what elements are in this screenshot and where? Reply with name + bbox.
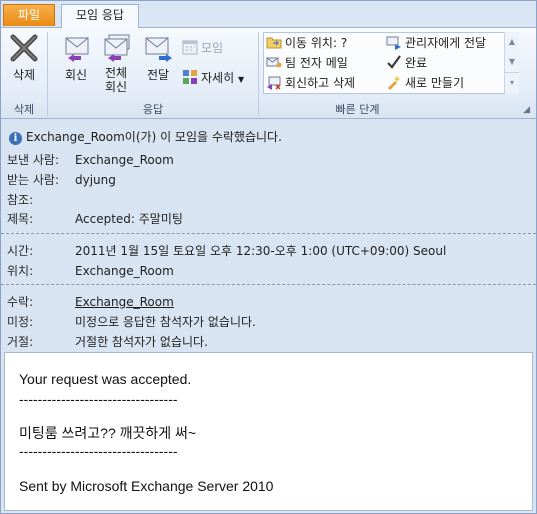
where-row: 위치: Exchange_Room <box>7 262 174 279</box>
to-value[interactable]: dyjung <box>75 173 116 187</box>
reply-button[interactable]: 회신 <box>56 30 96 83</box>
info-icon: i <box>9 132 22 145</box>
message-window: 파일 모임 응답 삭제 삭제 회신 전체 회신 전달 모임 자세히 ▼ 응답 빠… <box>0 0 537 514</box>
declined-row: 거절: 거절한 참석자가 없습니다. <box>7 333 208 350</box>
message-body[interactable]: Your request was accepted. -------------… <box>4 352 533 511</box>
header-divider <box>1 284 536 285</box>
calendar-icon <box>182 40 198 55</box>
checkmark-icon <box>387 55 401 69</box>
meeting-button[interactable]: 모임 <box>182 38 223 58</box>
delete-x-icon <box>10 34 38 62</box>
tentative-label: 미정: <box>7 315 34 329</box>
body-line: Sent by Microsoft Exchange Server 2010 <box>19 478 274 494</box>
tentative-value: 미정으로 응답한 참석자가 없습니다. <box>75 315 256 329</box>
where-value: Exchange_Room <box>75 264 174 278</box>
quick-steps-gallery: 이동 위치: ? 팀 전자 메일 회신하고 삭제 관리자에게 전달 완료 새로 … <box>263 32 519 94</box>
accepted-row: 수락: Exchange_Room <box>7 293 174 310</box>
quick-steps-scrollbar[interactable]: ▲ ▼ ▾ <box>504 32 519 94</box>
tab-file[interactable]: 파일 <box>3 4 55 26</box>
group-delete: 삭제 삭제 <box>1 28 47 119</box>
gallery-more-icon[interactable]: ▾ <box>505 72 519 92</box>
scroll-up-icon[interactable]: ▲ <box>505 32 519 52</box>
quick-step-done[interactable]: 완료 <box>386 53 427 73</box>
subject-value: Accepted: 주말미팅 <box>75 212 183 226</box>
reply-all-envelope-icon <box>104 34 130 62</box>
tab-meeting-response[interactable]: 모임 응답 <box>61 4 139 28</box>
cc-label: 참조: <box>7 193 34 207</box>
accepted-attendee-link[interactable]: Exchange_Room <box>75 295 174 309</box>
body-line: Your request was accepted. <box>19 371 192 387</box>
quick-step-reply-delete-label: 회신하고 삭제 <box>285 76 356 90</box>
from-row: 보낸 사람: Exchange_Room <box>7 151 174 168</box>
group-quick-steps-label: 빠른 단계 <box>335 103 380 116</box>
quick-step-move-to-label: 이동 위치: ? <box>285 36 348 50</box>
move-folder-icon <box>266 37 282 49</box>
quick-step-to-manager-label: 관리자에게 전달 <box>405 36 487 50</box>
dialog-launcher-icon[interactable]: ◢ <box>523 105 530 115</box>
quick-step-move-to[interactable]: 이동 위치: ? <box>266 33 347 53</box>
forward-button-label: 전달 <box>146 68 170 82</box>
reply-all-button[interactable]: 전체 회신 <box>96 30 136 94</box>
more-button-label: 자세히 <box>201 71 235 85</box>
scroll-down-icon[interactable]: ▼ <box>505 52 519 72</box>
message-header: i Exchange_Room이(가) 이 모임을 수락했습니다. 보낸 사람: E… <box>1 120 536 351</box>
quick-step-to-manager[interactable]: 관리자에게 전달 <box>386 33 486 53</box>
when-value: 2011년 1월 15일 토요일 오후 12:30-오후 1:00 (UTC+0… <box>75 244 447 258</box>
ribbon: 삭제 삭제 회신 전체 회신 전달 모임 자세히 ▼ 응답 빠른 단계 ◢ 이동… <box>1 27 536 119</box>
header-divider <box>1 233 536 234</box>
forward-envelope-icon <box>145 37 172 62</box>
from-label: 보낸 사람: <box>7 153 60 167</box>
team-email-icon <box>266 57 282 68</box>
declined-label: 거절: <box>7 335 34 349</box>
ribbon-tab-bar: 파일 모임 응답 <box>1 1 536 28</box>
body-line: 미팅룸 쓰려고?? 깨끗하게 써~ <box>19 425 197 441</box>
declined-value: 거절한 참석자가 없습니다. <box>75 335 208 349</box>
accepted-label: 수락: <box>7 295 34 309</box>
body-separator: ---------------------------------- <box>19 443 178 459</box>
delete-button[interactable]: 삭제 <box>5 30 43 83</box>
dropdown-arrow-icon: ▼ <box>237 75 245 84</box>
meeting-button-label: 모임 <box>201 41 224 55</box>
reply-all-label-line1: 전체 <box>104 66 128 80</box>
to-row: 받는 사람: dyjung <box>7 171 116 188</box>
reply-button-label: 회신 <box>64 68 88 82</box>
forward-to-manager-icon <box>386 36 401 50</box>
quick-step-create-new[interactable]: 새로 만들기 <box>386 73 464 93</box>
subject-row: 제목: Accepted: 주말미팅 <box>7 210 183 227</box>
reply-delete-icon <box>267 76 281 90</box>
quick-step-done-label: 완료 <box>405 56 428 70</box>
body-separator: ---------------------------------- <box>19 391 178 407</box>
new-quick-step-icon <box>388 76 400 90</box>
info-bar-text: Exchange_Room이(가) 이 모임을 수락했습니다. <box>26 130 282 144</box>
quick-step-team-email[interactable]: 팀 전자 메일 <box>266 53 348 73</box>
more-grid-icon <box>183 70 197 84</box>
reply-all-label-line2: 회신 <box>104 80 128 94</box>
tentative-row: 미정: 미정으로 응답한 참석자가 없습니다. <box>7 313 256 330</box>
subject-label: 제목: <box>7 212 34 226</box>
where-label: 위치: <box>7 264 34 278</box>
from-value[interactable]: Exchange_Room <box>75 153 174 167</box>
reply-envelope-icon <box>65 37 89 62</box>
to-label: 받는 사람: <box>7 173 60 187</box>
when-label: 시간: <box>7 244 34 258</box>
cc-row: 참조: <box>7 191 75 208</box>
quick-step-create-new-label: 새로 만들기 <box>405 76 465 90</box>
group-delete-label: 삭제 <box>13 103 35 116</box>
quick-step-reply-delete[interactable]: 회신하고 삭제 <box>266 73 355 93</box>
forward-button[interactable]: 전달 <box>138 30 178 83</box>
delete-button-label: 삭제 <box>12 68 36 82</box>
quick-step-team-email-label: 팀 전자 메일 <box>285 56 348 70</box>
info-bar: i Exchange_Room이(가) 이 모임을 수락했습니다. <box>9 128 282 145</box>
more-respond-button[interactable]: 자세히 ▼ <box>182 68 244 88</box>
when-row: 시간: 2011년 1월 15일 토요일 오후 12:30-오후 1:00 (UT… <box>7 242 446 259</box>
